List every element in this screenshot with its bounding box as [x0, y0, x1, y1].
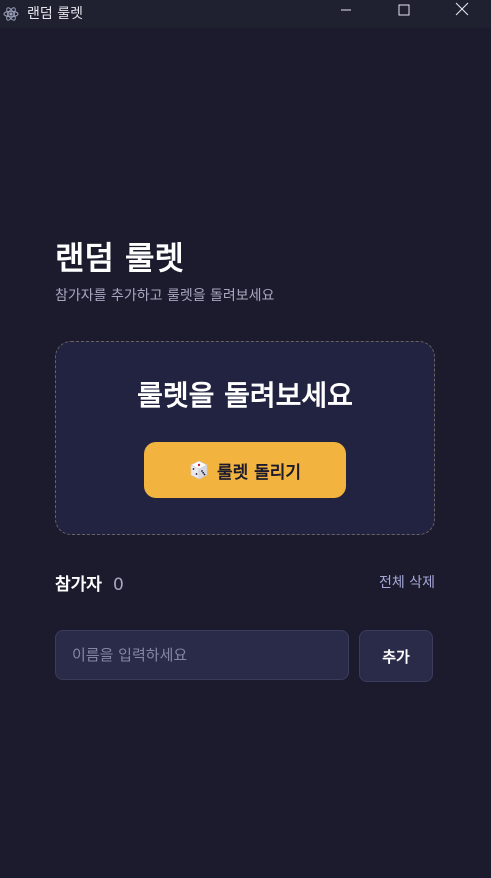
participants-header: 참가자 0 전체 삭제 — [55, 568, 435, 596]
page-subtitle: 참가자를 추가하고 룰렛을 돌려보세요 — [55, 288, 275, 304]
name-input[interactable] — [55, 630, 349, 680]
clear-all-button[interactable]: 전체 삭제 — [379, 572, 435, 592]
main-content: 랜덤 룰렛 참가자를 추가하고 룰렛을 돌려보세요 룰렛을 돌려보세요 룰렛 돌… — [55, 232, 435, 682]
participants-title: 참가자 0 — [55, 570, 124, 595]
atom-icon — [2, 5, 20, 23]
minimize-button[interactable] — [317, 0, 375, 20]
window-title: 랜덤 룰렛 — [27, 6, 83, 22]
close-button[interactable] — [433, 0, 491, 20]
spin-roulette-button[interactable]: 룰렛 돌리기 — [144, 442, 346, 498]
close-icon — [455, 1, 469, 20]
add-participant-form: 추가 — [55, 630, 435, 682]
maximize-icon — [398, 1, 410, 20]
page-title: 랜덤 룰렛 — [55, 239, 184, 277]
roulette-heading: 룰렛을 돌려보세요 — [137, 379, 353, 412]
app-window: 랜덤 룰렛 랜덤 룰렛 참가자를 추가하고 룰렛을 돌려보세요 룰렛을 돌려보세… — [0, 0, 491, 878]
participants-label: 참가자 — [55, 574, 102, 595]
title-bar[interactable]: 랜덤 룰렛 — [0, 0, 491, 28]
add-button[interactable]: 추가 — [359, 630, 433, 682]
participants-count: 0 — [113, 574, 124, 595]
minimize-icon — [340, 1, 352, 20]
maximize-button[interactable] — [375, 0, 433, 20]
roulette-card: 룰렛을 돌려보세요 룰렛 돌리기 — [55, 341, 435, 535]
spin-button-label: 룰렛 돌리기 — [216, 462, 302, 483]
dice-icon — [189, 460, 209, 480]
window-controls — [317, 0, 491, 28]
